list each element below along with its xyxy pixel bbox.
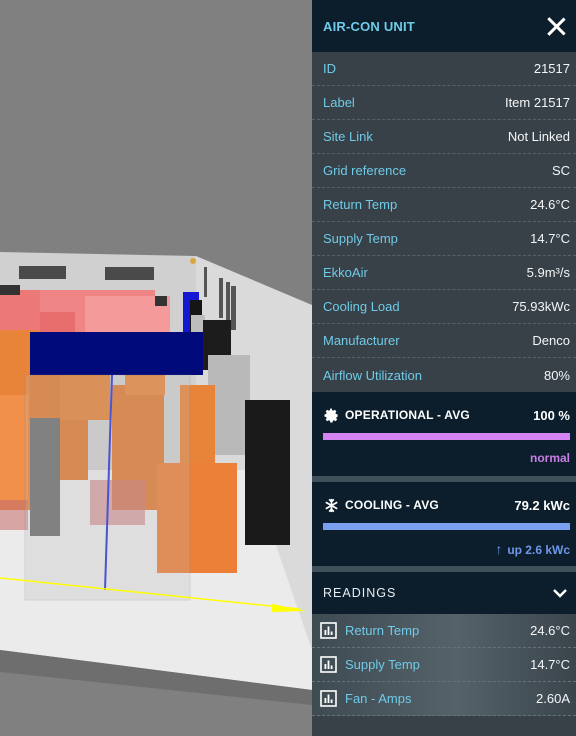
metric-note-text: up 2.6 kWc — [507, 543, 570, 557]
property-value: 24.6°C — [530, 197, 570, 212]
metric-note: ↑ up 2.6 kWc — [323, 530, 570, 566]
property-label: Supply Temp — [323, 231, 398, 246]
wall-vent — [19, 266, 66, 279]
property-label: Return Temp — [323, 197, 398, 212]
property-label: ID — [323, 61, 336, 76]
property-row: Cooling Load 75.93kWc — [312, 290, 576, 324]
rack-dark[interactable] — [0, 285, 20, 295]
data-center-scene[interactable] — [0, 0, 312, 736]
property-label: Site Link — [323, 129, 373, 144]
property-value: 75.93kWc — [512, 299, 570, 314]
metric-bar — [323, 523, 570, 530]
readings-header[interactable]: READINGS — [312, 566, 576, 614]
rack-dark[interactable] — [155, 296, 167, 306]
property-row: EkkoAir 5.9m³/s — [312, 256, 576, 290]
3d-viewport[interactable] — [0, 0, 312, 736]
reading-left: Supply Temp — [320, 656, 420, 673]
properties-list: ID 21517 Label Item 21517 Site Link Not Linke… — [312, 52, 576, 392]
metric-card: COOLING - AVG 79.2 kWc ↑ up 2.6 kWc — [312, 476, 576, 566]
property-row: Label Item 21517 — [312, 86, 576, 120]
reading-left: Return Temp — [320, 622, 419, 639]
property-value: SC — [551, 163, 570, 178]
panel-header: AIR-CON UNIT — [312, 0, 576, 52]
property-row: ID 21517 — [312, 52, 576, 86]
reading-left: Fan - Amps — [320, 690, 411, 707]
close-icon[interactable] — [546, 16, 566, 36]
readings-list: Return Temp 24.6°C Supply Temp 14.7°C Fa… — [312, 614, 576, 716]
reading-value: 24.6°C — [530, 623, 570, 638]
details-panel: AIR-CON UNIT ID 21517 Label Item 21517 Site … — [312, 0, 576, 736]
metric-bar-fill — [323, 433, 570, 440]
bar-chart-icon[interactable] — [320, 690, 337, 707]
bar-chart-icon[interactable] — [320, 622, 337, 639]
hot-aisle-tile — [0, 500, 28, 530]
metric-note-text: normal — [529, 451, 570, 465]
property-label: EkkoAir — [323, 265, 368, 280]
rack-dark[interactable] — [245, 400, 290, 545]
property-value: 14.7°C — [530, 231, 570, 246]
selected-aircon-unit[interactable] — [30, 332, 203, 375]
selection-bounds — [24, 374, 191, 601]
property-value: 80% — [543, 367, 570, 383]
metric-bar-fill — [323, 523, 570, 530]
property-label: Label — [323, 95, 355, 110]
metrics-section: OPERATIONAL - AVG 100 % normal COOLING -… — [312, 392, 576, 566]
side-vent — [231, 286, 236, 330]
snowflake-icon — [323, 497, 339, 513]
property-label: Grid reference — [323, 163, 407, 178]
chevron-down-icon[interactable] — [552, 585, 568, 601]
property-label: Airflow Utilization — [323, 367, 422, 383]
side-vent — [219, 278, 223, 318]
property-value: Item 21517 — [504, 95, 570, 110]
bar-chart-icon[interactable] — [320, 656, 337, 673]
metric-value: 100 % — [533, 407, 570, 423]
gear-icon — [323, 407, 339, 423]
reading-label[interactable]: Fan - Amps — [345, 691, 411, 706]
metric-value: 79.2 kWc — [514, 497, 570, 513]
property-row: Grid reference SC — [312, 154, 576, 188]
property-value: 21517 — [533, 61, 570, 76]
reading-value: 14.7°C — [530, 657, 570, 672]
property-row: Site Link Not Linked — [312, 120, 576, 154]
wall-sensor — [190, 258, 196, 264]
readings-title: READINGS — [323, 586, 397, 600]
aircon-unit[interactable] — [0, 395, 28, 500]
reading-value: 2.60A — [536, 691, 570, 706]
reading-row[interactable]: Return Temp 24.6°C — [312, 614, 576, 648]
wall-vent — [105, 267, 154, 280]
reading-row[interactable]: Supply Temp 14.7°C — [312, 648, 576, 682]
property-value: Denco — [532, 333, 570, 348]
metric-title-wrap: OPERATIONAL - AVG — [323, 407, 470, 423]
metric-bar — [323, 433, 570, 440]
metric-title: OPERATIONAL - AVG — [345, 408, 470, 422]
property-label: Manufacturer — [323, 333, 400, 348]
side-vent — [204, 267, 207, 297]
property-label: Cooling Load — [323, 299, 400, 314]
property-value: 5.9m³/s — [526, 265, 570, 280]
panel-title: AIR-CON UNIT — [323, 18, 415, 34]
reading-label[interactable]: Supply Temp — [345, 657, 420, 672]
reading-row[interactable]: Fan - Amps 2.60A — [312, 682, 576, 716]
property-value: Not Linked — [507, 129, 570, 144]
reading-label[interactable]: Return Temp — [345, 623, 419, 638]
metric-note: normal — [323, 440, 570, 476]
metric-title: COOLING - AVG — [345, 498, 439, 512]
side-vent — [226, 282, 230, 324]
arrow-up-icon: ↑ — [495, 541, 503, 557]
metric-card: OPERATIONAL - AVG 100 % normal — [312, 392, 576, 476]
property-row: Manufacturer Denco — [312, 324, 576, 358]
property-row: Supply Temp 14.7°C — [312, 222, 576, 256]
metric-title-wrap: COOLING - AVG — [323, 497, 439, 513]
property-row: Return Temp 24.6°C — [312, 188, 576, 222]
property-row: Airflow Utilization 80% — [312, 358, 576, 392]
